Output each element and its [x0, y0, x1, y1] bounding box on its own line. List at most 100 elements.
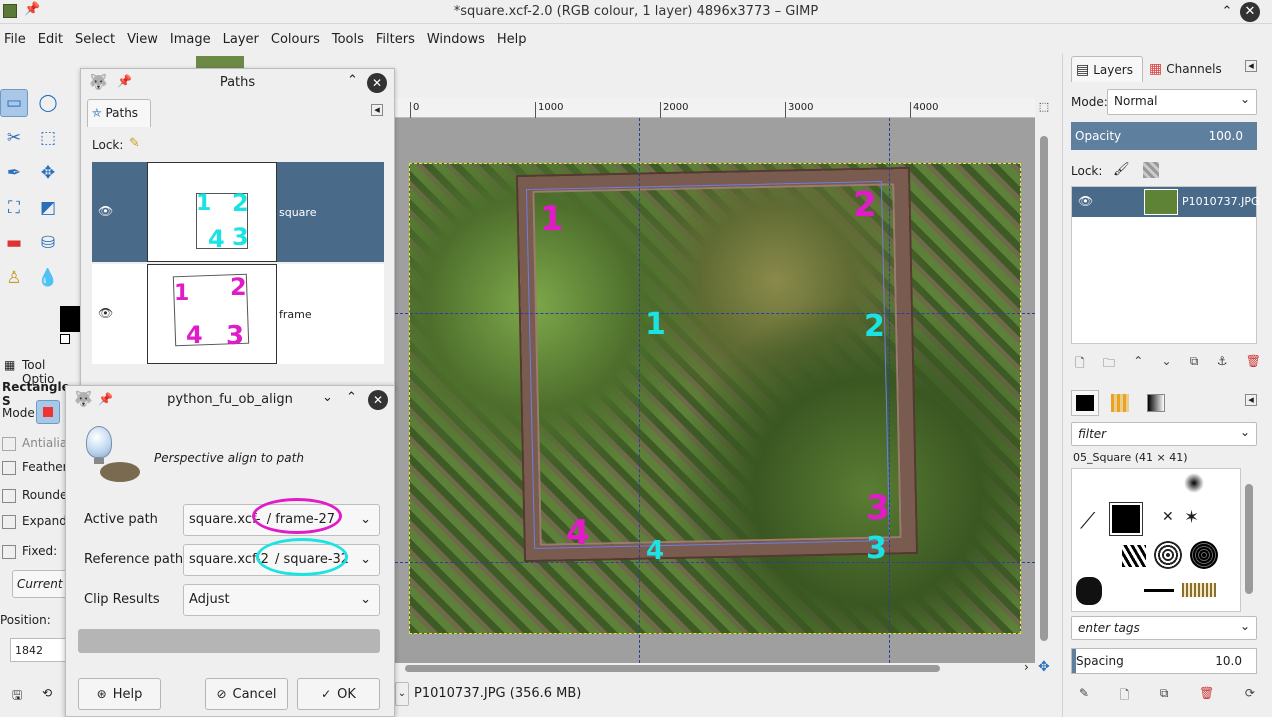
horizontal-scrollbar[interactable] — [395, 663, 1035, 673]
brush-pattern-icon[interactable] — [1182, 583, 1216, 597]
brush-scrollbar-thumb[interactable] — [1245, 484, 1253, 594]
delete-brush-icon[interactable]: 🗑 — [1199, 686, 1214, 704]
tool-options-tab[interactable]: ▦ Tool Optio — [0, 356, 80, 386]
scroll-right-icon[interactable]: › — [1024, 660, 1029, 674]
menu-windows[interactable]: Windows — [423, 28, 493, 52]
vertical-guide[interactable] — [889, 118, 890, 663]
selected-brush-square[interactable] — [1109, 502, 1143, 536]
close-icon[interactable]: ✕ — [1240, 2, 1260, 22]
brushes-menu-icon[interactable]: ◂ — [1245, 394, 1257, 406]
lock-alpha-icon[interactable] — [1143, 162, 1159, 178]
new-brush-icon[interactable]: 🗋 — [1120, 686, 1130, 704]
rounded-checkbox[interactable] — [2, 488, 16, 503]
path-row-frame[interactable]: 👁 1 2 4 3 frame — [92, 264, 384, 364]
feather-checkbox[interactable] — [2, 460, 16, 475]
raise-layer-icon[interactable]: ⌃ — [1133, 354, 1143, 372]
brush-tags-combo[interactable]: enter tags ⌄ — [1071, 616, 1257, 640]
brush-texture-icon[interactable] — [1122, 545, 1146, 567]
chevron-down-icon[interactable]: ⌄ — [322, 390, 333, 405]
paths-tool-icon[interactable]: ✒ — [0, 159, 28, 187]
brush-scrollbar[interactable] — [1243, 470, 1255, 610]
fixed-option[interactable]: Fixed: — [2, 544, 57, 559]
rounded-option[interactable]: Rounde — [2, 488, 67, 503]
menu-colours[interactable]: Colours — [267, 28, 328, 52]
menu-image[interactable]: Image — [166, 28, 219, 52]
tab-channels[interactable]: ▦ Channels — [1145, 56, 1241, 82]
brush-grunge-icon[interactable] — [1190, 541, 1218, 569]
collapse-icon[interactable]: ⌃ — [347, 73, 358, 88]
tab-brushes[interactable] — [1071, 390, 1099, 416]
brush-star-icon[interactable]: ✶ — [1184, 507, 1199, 528]
save-options-icon[interactable]: 🖫 — [12, 686, 22, 707]
visibility-eye-icon[interactable]: 👁 — [1078, 194, 1093, 208]
visibility-eye-icon[interactable]: 👁 — [98, 204, 113, 218]
menu-select[interactable]: Select — [71, 28, 123, 52]
brush-cross-icon[interactable]: ✕ — [1162, 509, 1174, 525]
brush-splatter-icon[interactable] — [1154, 541, 1182, 569]
close-icon[interactable]: ✕ — [368, 390, 388, 410]
menu-edit[interactable]: Edit — [34, 28, 71, 52]
lock-path-icon[interactable]: ✎ — [129, 136, 140, 151]
brush-grid[interactable]: ⟋ ✕ ✶ — [1071, 468, 1241, 612]
ok-button[interactable]: ✓ OK — [297, 678, 380, 710]
duplicate-brush-icon[interactable]: ⧉ — [1160, 686, 1169, 704]
new-group-icon[interactable]: 🗀 — [1103, 354, 1115, 372]
lower-layer-icon[interactable]: ⌄ — [1162, 354, 1172, 372]
horizontal-guide[interactable] — [395, 562, 1035, 563]
paths-menu-icon[interactable]: ◂ — [371, 104, 383, 116]
delete-layer-icon[interactable]: 🗑 — [1246, 354, 1261, 372]
menu-file[interactable]: File — [0, 28, 34, 52]
lock-pixels-icon[interactable]: 🖌 — [1113, 162, 1130, 177]
expand-option[interactable]: Expand — [2, 514, 67, 529]
scissors-tool-icon[interactable]: ✂ — [0, 124, 28, 152]
path-row-square[interactable]: 👁 1 2 4 3 square — [92, 162, 384, 262]
menu-tools[interactable]: Tools — [328, 28, 372, 52]
menu-layer[interactable]: Layer — [219, 28, 267, 52]
anchor-layer-icon[interactable]: ⚓ — [1217, 354, 1228, 372]
foreground-color-swatch[interactable] — [60, 306, 80, 332]
cancel-button[interactable]: ⊘ Cancel — [205, 678, 288, 710]
minimize-icon[interactable]: ⌃ — [1217, 2, 1237, 22]
feather-option[interactable]: Feather — [2, 460, 68, 475]
edit-brush-icon[interactable]: ✎ — [1079, 686, 1089, 704]
unit-dropdown-arrow[interactable]: ⌄ — [395, 682, 409, 706]
menu-filters[interactable]: Filters — [372, 28, 423, 52]
default-colors-icon[interactable] — [60, 334, 70, 344]
bucket-fill-icon[interactable]: ⛁ — [34, 229, 62, 257]
tab-paths[interactable]: ⛤ Paths — [87, 99, 151, 127]
layer-row[interactable]: 👁 P1010737.JPG — [1072, 187, 1260, 217]
menu-view[interactable]: View — [123, 28, 166, 52]
canvas-menu-icon[interactable]: ⬚ — [1038, 100, 1050, 116]
expand-checkbox[interactable] — [2, 514, 16, 529]
brush-fuzzy-icon[interactable] — [1184, 473, 1204, 493]
dock-menu-icon[interactable]: ◂ — [1245, 60, 1257, 72]
menu-help[interactable]: Help — [493, 28, 535, 52]
move-tool-icon[interactable]: ✥ — [34, 159, 62, 187]
mode-replace-button[interactable] — [36, 400, 60, 424]
refresh-brushes-icon[interactable]: ⟳ — [1245, 686, 1255, 704]
ellipse-select-tool-icon[interactable]: ◯ — [34, 89, 62, 117]
layer-mode-combo[interactable]: Normal ⌄ — [1107, 89, 1257, 115]
antialias-option[interactable]: Antialia — [2, 436, 67, 451]
new-layer-icon[interactable]: 🗋 — [1075, 354, 1085, 372]
antialias-checkbox[interactable] — [2, 436, 16, 451]
blur-tool-icon[interactable]: 💧 — [34, 264, 62, 292]
tab-layers[interactable]: ▤ Layers — [1071, 56, 1143, 82]
clone-tool-icon[interactable]: ♙ — [0, 264, 28, 292]
vertical-guide[interactable] — [639, 118, 640, 663]
duplicate-layer-icon[interactable]: ⧉ — [1190, 354, 1199, 372]
eraser-tool-icon[interactable]: ▬ — [0, 229, 28, 257]
vertical-scrollbar[interactable] — [1038, 120, 1050, 641]
fixed-checkbox[interactable] — [2, 544, 16, 559]
opacity-slider[interactable]: Opacity 100.0 — [1071, 122, 1257, 150]
restore-options-icon[interactable]: ⟲ — [42, 686, 52, 700]
brush-line-icon[interactable] — [1144, 589, 1174, 592]
foreground-select-icon[interactable]: ⬚ — [34, 124, 62, 152]
navigate-icon[interactable]: ✥ — [1038, 659, 1050, 675]
vertical-scrollbar-thumb[interactable] — [1040, 136, 1048, 641]
close-icon[interactable]: ✕ — [367, 73, 387, 93]
horizontal-scrollbar-thumb[interactable] — [405, 665, 940, 672]
brush-filter-combo[interactable]: filter ⌄ — [1071, 422, 1257, 446]
collapse-icon[interactable]: ⌃ — [346, 390, 357, 405]
transform-tool-icon[interactable]: ◩ — [34, 194, 62, 222]
